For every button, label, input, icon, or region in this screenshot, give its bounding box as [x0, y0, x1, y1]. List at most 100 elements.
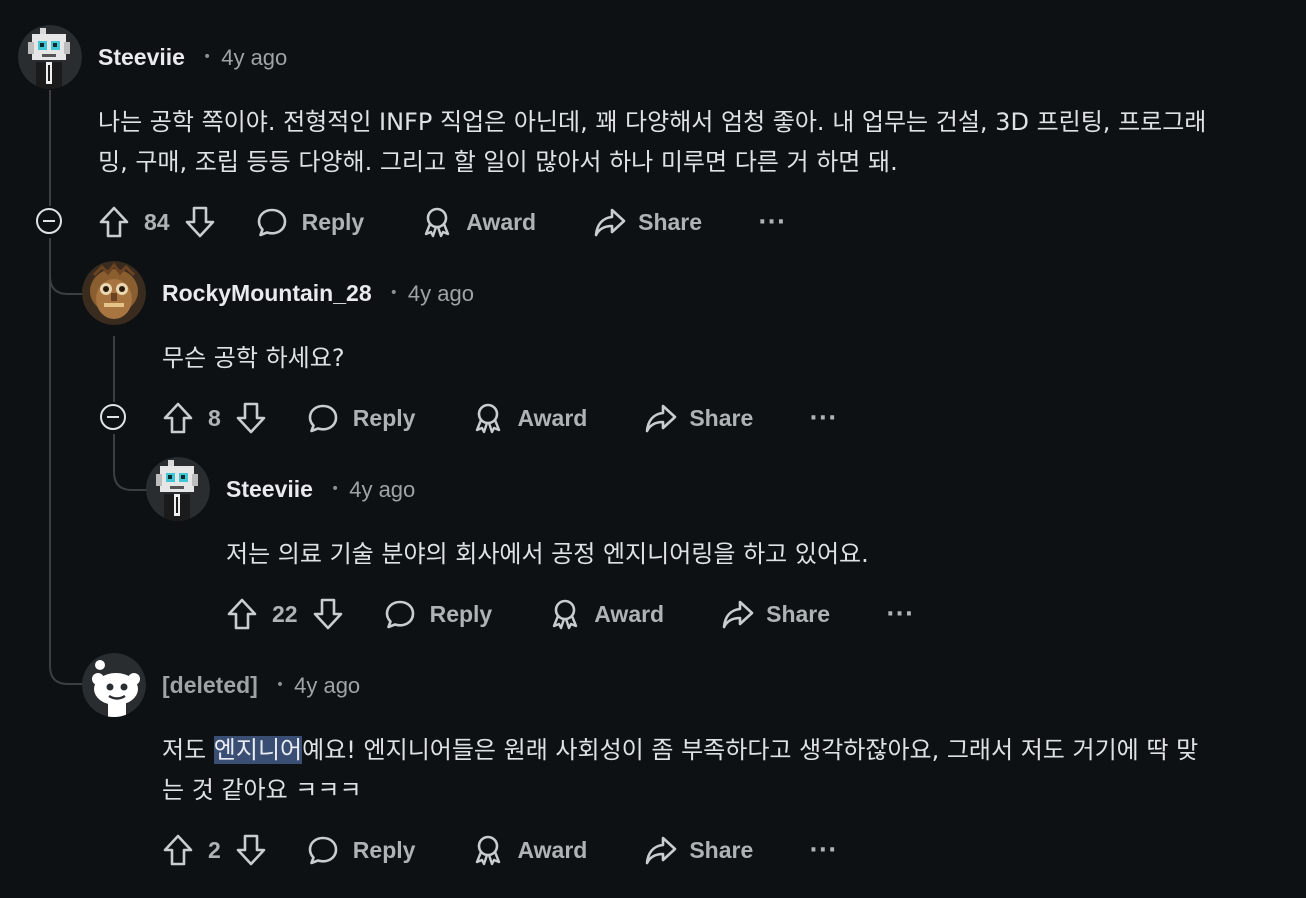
comment-meta: Steeviie • 4y ago	[226, 476, 415, 503]
downvote-icon[interactable]	[184, 205, 216, 239]
comment-actions: 8 Reply Award Share ···	[162, 398, 837, 438]
author-name[interactable]: Steeviie	[98, 44, 185, 71]
share-button[interactable]: Share	[722, 599, 830, 629]
vote-count: 84	[144, 208, 170, 235]
comment-line: 밍, 구매, 조립 등등 다양해. 그리고 할 일이 많아서 하나 미루면 다른…	[98, 148, 898, 176]
separator-dot: •	[389, 284, 398, 301]
comment-body: 저도 엔지니어예요! 엔지니어들은 원래 사회성이 좀 부족하다고 생각하잖아요…	[162, 730, 1198, 810]
comment-body: 저는 의료 기술 분야의 회사에서 공정 엔지니어링을 하고 있어요.	[226, 534, 869, 574]
thread-curve-2	[113, 434, 149, 491]
avatar[interactable]	[18, 25, 82, 89]
comment-line: 는 것 같아요 ㅋㅋㅋ	[162, 776, 362, 804]
reply-icon	[308, 404, 338, 433]
thread-line-root-lower	[49, 238, 51, 656]
share-button[interactable]: Share	[645, 403, 753, 433]
award-button[interactable]: Award	[473, 834, 587, 866]
award-label: Award	[517, 836, 588, 863]
share-label: Share	[638, 208, 703, 235]
author-name[interactable]: Steeviie	[226, 476, 313, 503]
comment-meta: Steeviie • 4y ago	[98, 44, 287, 71]
timestamp[interactable]: 4y ago	[294, 673, 360, 699]
comment-line: 저도 엔지니어예요! 엔지니어들은 원래 사회성이 좀 부족하다고 생각하잖아요…	[162, 730, 1198, 770]
reply-label: Reply	[429, 600, 493, 627]
more-options-button[interactable]: ···	[886, 602, 914, 627]
reply-label: Reply	[352, 404, 416, 431]
award-button[interactable]: Award	[422, 206, 536, 238]
reply-button[interactable]: Reply	[307, 402, 416, 434]
more-options-button[interactable]: ···	[809, 838, 837, 863]
collapse-thread-button[interactable]	[36, 208, 62, 234]
share-label: Share	[689, 404, 754, 431]
avatar[interactable]	[82, 653, 146, 717]
share-button[interactable]: Share	[594, 207, 702, 237]
timestamp[interactable]: 4y ago	[349, 477, 415, 503]
upvote-icon[interactable]	[226, 597, 258, 631]
comment-actions: 22 Reply Award Share ···	[226, 594, 914, 634]
collapse-thread-button[interactable]	[100, 404, 126, 430]
separator-dot: •	[330, 480, 340, 497]
text-segment: 저도	[162, 736, 214, 764]
award-icon	[476, 835, 501, 866]
comment-body: 무슨 공학 하세요?	[162, 338, 345, 378]
award-button[interactable]: Award	[550, 598, 664, 630]
vote-group: 2	[162, 833, 267, 867]
reply-icon	[257, 208, 286, 237]
downvote-icon[interactable]	[312, 597, 344, 631]
share-icon	[646, 404, 677, 433]
vote-group: 22	[226, 597, 344, 631]
reply-label: Reply	[352, 836, 416, 863]
award-label: Award	[517, 404, 588, 431]
thread-line-nested	[113, 336, 115, 402]
vote-group: 84	[98, 205, 216, 239]
share-icon	[646, 836, 677, 865]
text-segment: 예요! 엔지니어들은 원래 사회성이 좀 부족하다고 생각하잖아요, 그래서 저…	[302, 736, 1199, 764]
award-button[interactable]: Award	[473, 402, 587, 434]
more-options-button[interactable]: ···	[758, 210, 786, 235]
reply-label: Reply	[301, 208, 365, 235]
separator-dot: •	[275, 676, 285, 693]
award-label: Award	[466, 208, 537, 235]
text-selection: 엔지니어	[213, 736, 303, 764]
avatar[interactable]	[146, 457, 210, 521]
reply-button[interactable]: Reply	[307, 834, 416, 866]
comment-actions: 84 Reply Award Share ···	[98, 202, 786, 242]
award-icon	[553, 599, 578, 630]
share-label: Share	[689, 836, 754, 863]
downvote-icon[interactable]	[235, 401, 267, 435]
share-icon	[594, 208, 626, 237]
thread-curve-1	[49, 240, 85, 295]
thread-line-root	[49, 90, 51, 206]
upvote-icon[interactable]	[162, 833, 194, 867]
timestamp[interactable]: 4y ago	[221, 45, 287, 71]
more-options-button[interactable]: ···	[809, 406, 837, 431]
reply-icon	[308, 836, 338, 865]
timestamp[interactable]: 4y ago	[408, 281, 474, 307]
reply-button[interactable]: Reply	[384, 598, 493, 630]
award-label: Award	[594, 600, 665, 627]
author-name: [deleted]	[162, 672, 258, 698]
upvote-icon[interactable]	[162, 401, 194, 435]
award-icon	[425, 207, 450, 238]
reply-icon	[385, 600, 414, 629]
comment-body: 나는 공학 쪽이야. 전형적인 INFP 직업은 아닌데, 꽤 다양해서 엄청 …	[98, 102, 1206, 182]
reply-button[interactable]: Reply	[256, 206, 365, 238]
thread-curve-deleted	[49, 630, 85, 685]
comment-meta: RockyMountain_28 • 4y ago	[162, 280, 474, 307]
downvote-icon[interactable]	[235, 833, 267, 867]
vote-group: 8	[162, 401, 267, 435]
share-label: Share	[766, 600, 831, 627]
vote-count: 8	[208, 404, 221, 431]
share-icon	[722, 600, 754, 629]
author-name[interactable]: RockyMountain_28	[162, 280, 372, 307]
vote-count: 22	[272, 600, 298, 627]
comment-line: 나는 공학 쪽이야. 전형적인 INFP 직업은 아닌데, 꽤 다양해서 엄청 …	[98, 108, 1207, 136]
avatar[interactable]	[82, 261, 146, 325]
upvote-icon[interactable]	[98, 205, 130, 239]
comment-line: 무슨 공학 하세요?	[162, 344, 345, 372]
comment-meta: [deleted] • 4y ago	[162, 672, 360, 699]
share-button[interactable]: Share	[645, 835, 753, 865]
vote-count: 2	[208, 836, 221, 863]
comment-line: 저는 의료 기술 분야의 회사에서 공정 엔지니어링을 하고 있어요.	[226, 540, 869, 568]
comment-actions: 2 Reply Award Share ···	[162, 830, 837, 870]
separator-dot: •	[202, 48, 212, 65]
